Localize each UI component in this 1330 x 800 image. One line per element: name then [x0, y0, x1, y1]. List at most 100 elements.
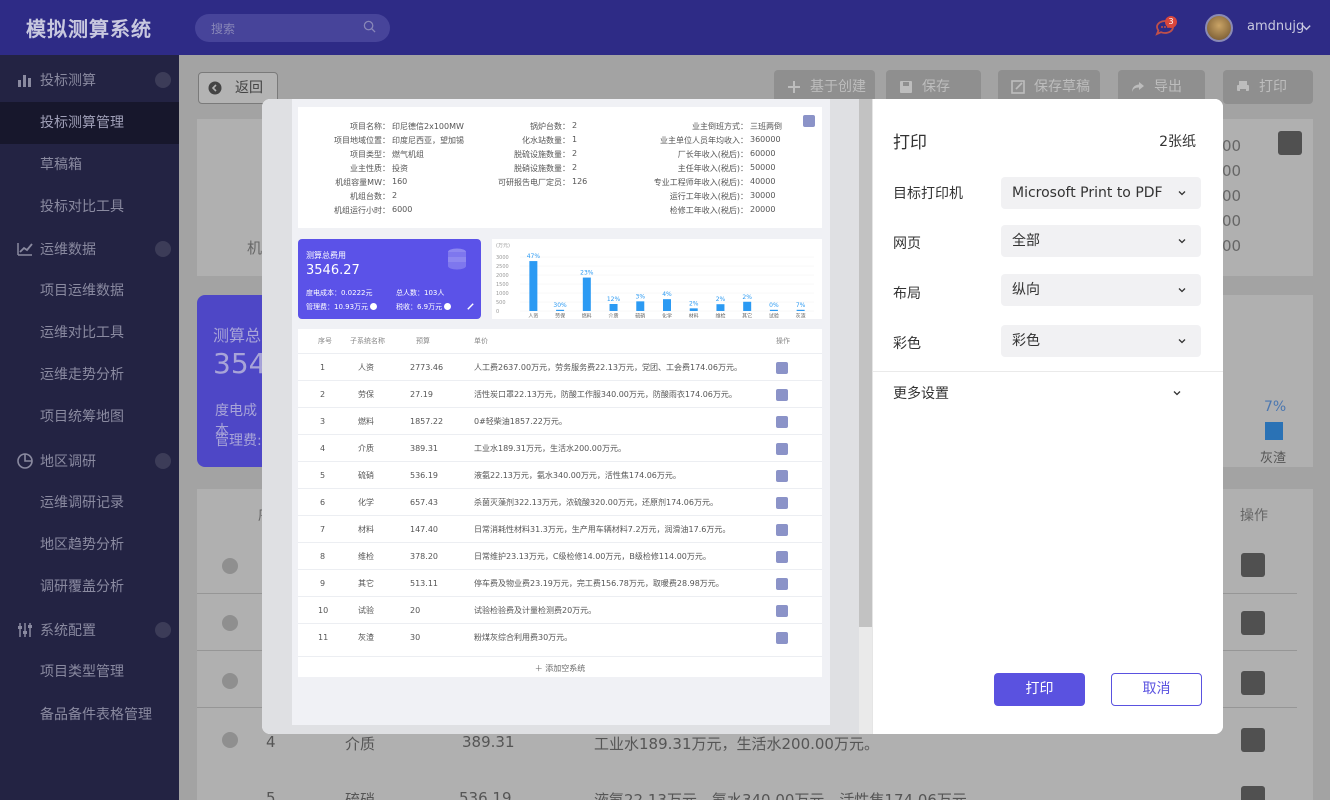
- cancel-button[interactable]: 取消: [1111, 673, 1202, 706]
- edit-icon[interactable]: [776, 524, 788, 536]
- chevron-up-icon[interactable]: [155, 622, 171, 638]
- edit-icon[interactable]: [1241, 611, 1265, 635]
- avatar[interactable]: [1205, 14, 1233, 42]
- sidebar-item-survey-coverage[interactable]: 调研覆盖分析: [0, 566, 179, 608]
- info-value: 2: [572, 149, 578, 158]
- sidebar-group-survey[interactable]: 地区调研: [0, 441, 179, 481]
- print-confirm-button[interactable]: 打印: [994, 673, 1085, 706]
- info-value: 20000: [750, 205, 776, 214]
- info-colon: ：: [740, 178, 748, 187]
- pages-label: 网页: [893, 236, 921, 252]
- edit-icon[interactable]: [1241, 728, 1265, 752]
- info-colon: ：: [740, 192, 748, 201]
- bar: [796, 309, 805, 311]
- edit-icon[interactable]: [776, 578, 788, 590]
- color-select[interactable]: 彩色: [1001, 325, 1201, 357]
- sidebar-item-bid-management[interactable]: 投标测算管理: [0, 102, 179, 144]
- sheet-count: 2张纸: [1159, 134, 1196, 150]
- edit-icon[interactable]: [776, 416, 788, 428]
- sidebar-item-ops-data[interactable]: 项目运维数据: [0, 270, 179, 312]
- info-colon: ：: [562, 122, 570, 131]
- info-value: 360000: [750, 135, 781, 144]
- sidebar-item-ops-trend[interactable]: 运维走势分析: [0, 354, 179, 396]
- table-cell-desc: 日常维护23.13万元，C级检修14.00万元，B级检修114.00万元。: [474, 552, 711, 561]
- card-title-fragment: 测算总: [213, 326, 262, 345]
- y-tick-label: 500: [496, 300, 506, 306]
- table-cell-name: 劳保: [358, 390, 374, 399]
- edit-icon[interactable]: [1241, 553, 1265, 577]
- table-cell-budget: 30: [410, 633, 421, 642]
- search-placeholder: 搜索: [211, 22, 236, 36]
- print-button[interactable]: 打印: [1223, 70, 1313, 104]
- row-radio[interactable]: [222, 673, 238, 689]
- edit-icon[interactable]: [776, 632, 788, 644]
- truncated-label: 机: [247, 239, 263, 257]
- sidebar-item-project-types[interactable]: 项目类型管理: [0, 651, 179, 693]
- sidebar-item-survey-records[interactable]: 运维调研记录: [0, 482, 179, 524]
- chevron-down-icon[interactable]: [1301, 22, 1312, 33]
- bar-percent-label: 47%: [527, 253, 541, 260]
- edit-icon[interactable]: [776, 470, 788, 482]
- edit-icon[interactable]: [776, 362, 788, 374]
- sidebar-group-config[interactable]: 系统配置: [0, 610, 179, 650]
- preview-scrollbar-thumb[interactable]: [859, 99, 872, 627]
- sidebar-item-drafts[interactable]: 草稿箱: [0, 144, 179, 186]
- sidebar-item-ops-compare[interactable]: 运维对比工具: [0, 312, 179, 354]
- table-cell-seq: 3: [320, 417, 326, 426]
- table-cell-budget: 27.19: [410, 390, 433, 399]
- save-label: 保存: [922, 79, 950, 95]
- search-input[interactable]: 搜索: [195, 14, 390, 42]
- sidebar: 投标测算 投标测算管理 草稿箱 投标对比工具 运维数据 项目运维数据 运维对比工…: [0, 55, 179, 800]
- print-settings-panel: 打印 2张纸 目标打印机 Microsoft Print to PDF 网页 全…: [872, 99, 1223, 734]
- edit-icon[interactable]: [803, 115, 815, 127]
- info-icon[interactable]: [370, 303, 378, 310]
- pages-select[interactable]: 全部: [1001, 225, 1201, 257]
- table-cell-desc: 试验检验费及计量检测费20万元。: [474, 606, 597, 615]
- bar: [716, 304, 725, 311]
- sidebar-group-ops[interactable]: 运维数据: [0, 229, 179, 269]
- chevron-up-icon[interactable]: [155, 453, 171, 469]
- search-icon[interactable]: [363, 20, 376, 33]
- chevron-up-icon[interactable]: [155, 241, 171, 257]
- row-radio[interactable]: [222, 732, 238, 748]
- chevron-up-icon[interactable]: [155, 72, 171, 88]
- row-radio[interactable]: [222, 558, 238, 574]
- table-cell-desc: 粉煤灰综合利用费30万元。: [474, 633, 573, 642]
- info-key: 运行工年收入(税后): [669, 192, 740, 201]
- share-icon: [1132, 82, 1144, 92]
- edit-icon[interactable]: [776, 443, 788, 455]
- add-subsystem-button[interactable]: ＋ 添加空系统: [298, 656, 822, 676]
- info-colon: ：: [740, 136, 748, 145]
- sidebar-item-bid-compare[interactable]: 投标对比工具: [0, 186, 179, 228]
- info-colon: ：: [740, 122, 748, 131]
- sidebar-group-bidding[interactable]: 投标测算: [0, 60, 179, 100]
- y-axis-label: (万元): [496, 243, 510, 249]
- edit-icon[interactable]: [776, 497, 788, 509]
- sidebar-item-region-trend[interactable]: 地区趋势分析: [0, 524, 179, 566]
- edit-icon[interactable]: [776, 551, 788, 563]
- edit-icon[interactable]: [1241, 671, 1265, 695]
- sidebar-item-project-map[interactable]: 项目统筹地图: [0, 396, 179, 438]
- table-cell-name: 介质: [358, 444, 374, 453]
- info-value: 印尼德信2x100MW: [392, 122, 464, 131]
- edit-icon[interactable]: [776, 605, 788, 617]
- table-cell-seq: 10: [318, 606, 329, 615]
- pencil-icon[interactable]: [466, 302, 475, 311]
- sidebar-item-spare-parts[interactable]: 备品备件表格管理: [0, 694, 179, 736]
- sidebar-group-label: 系统配置: [40, 623, 96, 639]
- table-cell-desc: 人工费2637.00万元，劳务服务费22.13万元，党团、工会费174.06万元…: [474, 363, 742, 372]
- table-cell-budget: 20: [410, 606, 421, 615]
- edit-icon[interactable]: [1241, 786, 1265, 800]
- printer-select[interactable]: Microsoft Print to PDF: [1001, 177, 1201, 209]
- row-radio[interactable]: [222, 615, 238, 631]
- info-icon[interactable]: [444, 303, 452, 310]
- edit-icon[interactable]: [776, 389, 788, 401]
- info-value: 160: [392, 177, 408, 186]
- edit-icon[interactable]: [1278, 131, 1302, 155]
- username[interactable]: amdnujg: [1247, 19, 1304, 34]
- bar-chart: (万元) 3000 2500 2000 1500 1000 500 0 47% 人资 30% 劳保 23…: [496, 243, 814, 320]
- info-key: 可研报告电厂定员: [498, 178, 562, 187]
- bg-cell: 硫硝: [345, 791, 376, 800]
- layout-select[interactable]: 纵向: [1001, 274, 1201, 306]
- more-settings-toggle[interactable]: 更多设置: [873, 371, 1223, 411]
